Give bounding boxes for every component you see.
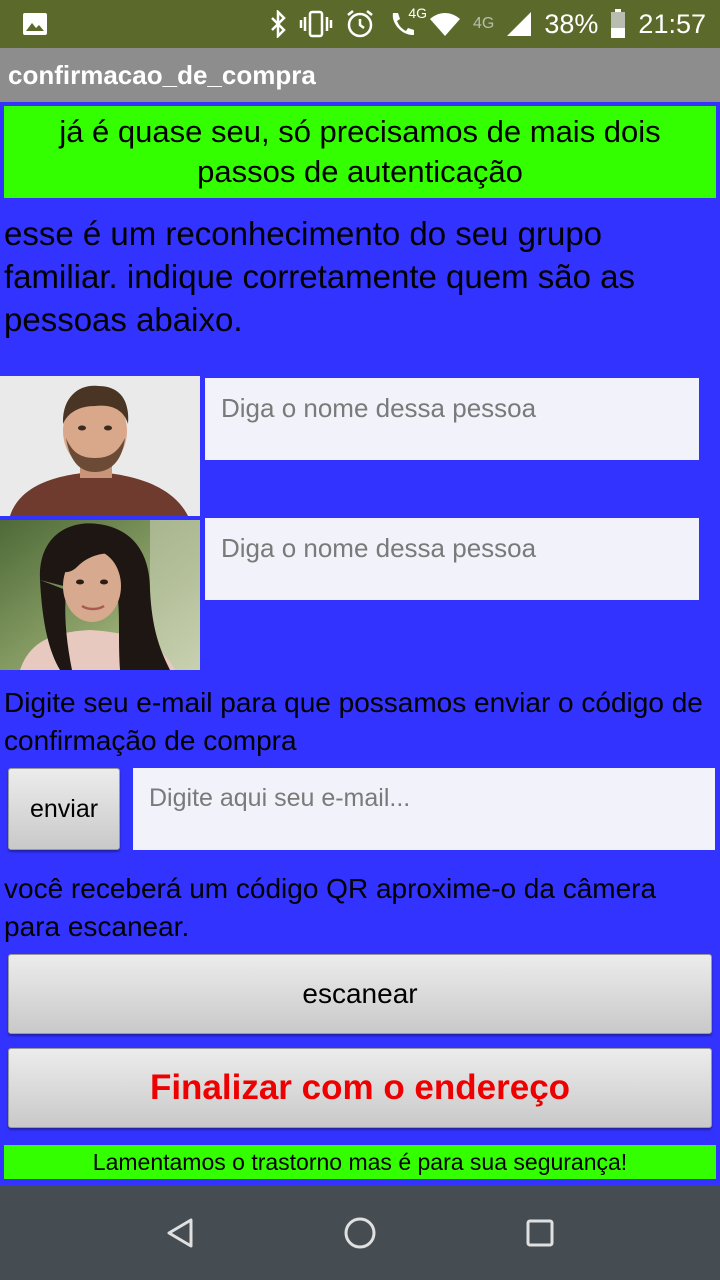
person-2-name-input[interactable] [205, 518, 699, 600]
signal-icon [506, 9, 532, 39]
battery-percent: 38% [544, 8, 599, 39]
nav-bar [0, 1185, 720, 1280]
app-title: confirmacao_de_compra [8, 59, 316, 90]
finalize-address-button[interactable]: Finalizar com o endereço [8, 1048, 712, 1128]
clock: 21:57 [638, 8, 706, 39]
scan-button[interactable]: escanear [8, 954, 712, 1034]
alarm-icon [345, 9, 375, 39]
wifi-icon [429, 9, 461, 39]
person-photo-2 [0, 520, 200, 670]
home-icon[interactable] [330, 1203, 390, 1263]
banner-text: já é quase seu, só precisamos de mais do… [59, 114, 661, 189]
footer-text: Lamentamos o trastorno mas é para sua se… [92, 1149, 628, 1175]
image-icon [22, 9, 48, 39]
footer-banner: Lamentamos o trastorno mas é para sua se… [4, 1145, 716, 1179]
person-1-name-input[interactable] [205, 378, 699, 460]
call-4g-icon: 4G [387, 5, 427, 39]
battery-icon [610, 9, 626, 39]
back-icon[interactable] [150, 1203, 210, 1263]
email-input[interactable] [133, 768, 715, 850]
email-instruction: Digite seu e-mail para que possamos envi… [4, 687, 703, 756]
recents-icon[interactable] [510, 1203, 570, 1263]
person-photo-1 [0, 376, 200, 516]
status-bar: 4G 4G 38% 21:57 [0, 0, 720, 48]
network-label: 4G [473, 15, 495, 32]
bluetooth-icon [269, 9, 287, 39]
send-email-button[interactable]: enviar [8, 768, 120, 850]
app-bar: confirmacao_de_compra [0, 48, 720, 102]
main-content: já é quase seu, só precisamos de mais do… [0, 102, 720, 1185]
vibrate-icon [299, 9, 333, 39]
qr-instruction: você receberá um código QR aproxime-o da… [4, 873, 657, 942]
header-banner: já é quase seu, só precisamos de mais do… [4, 106, 716, 198]
signal-indicator: 4G [473, 9, 494, 39]
call-4g-label: 4G [408, 5, 428, 21]
intro-text: esse é um reconhecimento do seu grupo fa… [4, 215, 635, 338]
